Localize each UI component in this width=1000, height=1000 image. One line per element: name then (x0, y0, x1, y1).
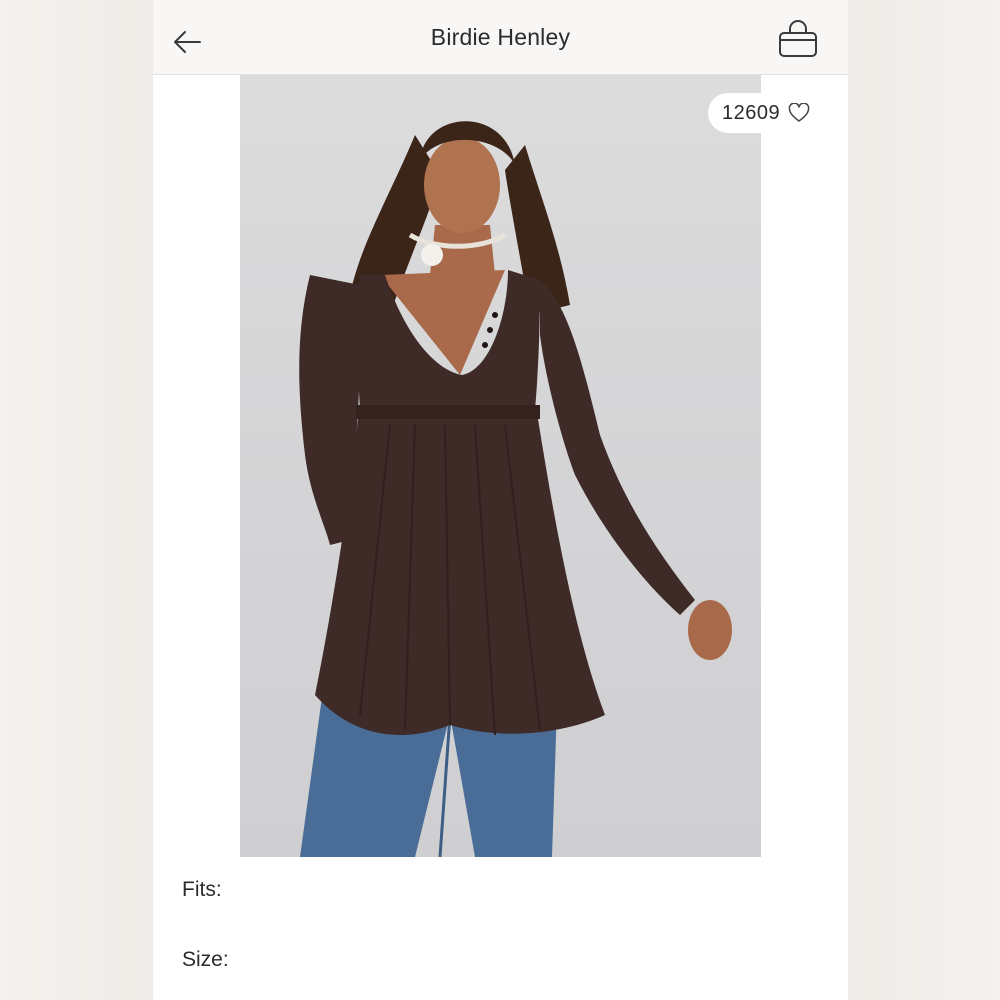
page-title: Birdie Henley (430, 24, 571, 50)
heart-outline-icon[interactable] (788, 103, 810, 123)
top-nav-bar: Birdie Henley (153, 0, 848, 75)
backdrop-left (0, 0, 153, 1000)
fits-label: Fits: (182, 878, 222, 901)
shopping-bag-button[interactable] (776, 18, 820, 60)
backdrop-right (848, 0, 1000, 1000)
product-image[interactable] (240, 75, 761, 857)
phone-screen: Birdie Henley 12609 Fits: Size: (153, 0, 848, 1000)
model-illustration (299, 121, 732, 857)
size-label: Size: (182, 948, 229, 971)
shopping-bag-icon (779, 20, 817, 57)
likes-badge[interactable]: 12609 (708, 93, 824, 133)
likes-count: 12609 (722, 101, 781, 124)
